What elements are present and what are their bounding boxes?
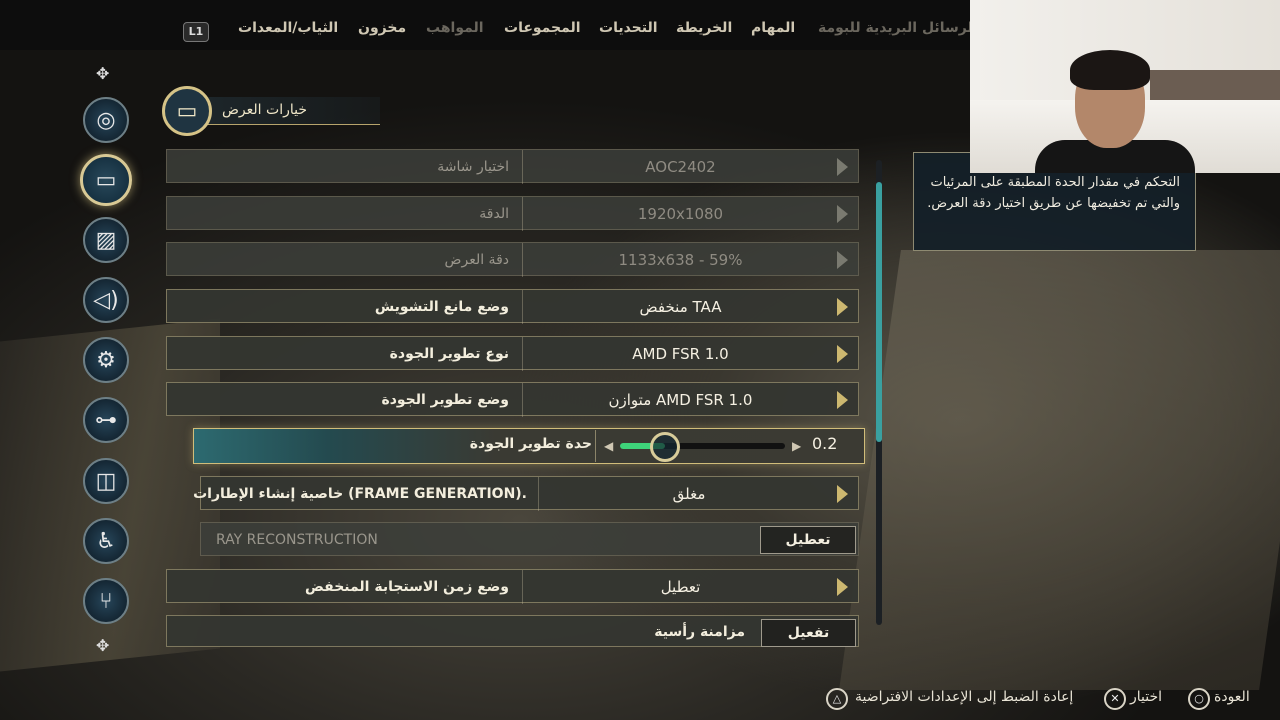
setting-value: متوازن AMD FSR 1.0 [608,391,753,409]
description-text: التحكم في مقدار الحدة المطبقة على المرئي… [927,175,1180,211]
arrow-right-icon[interactable] [837,251,848,269]
sidebar-item-graphics[interactable]: ▨ [83,217,129,263]
sidebar-item-display[interactable]: ▭ [80,154,132,206]
sidebar-item-accessibility[interactable]: ♿ [83,518,129,564]
accessibility-icon: ♿ [96,528,116,554]
setting-label: نوع تطوير الجودة [389,346,509,362]
l1-button-hint[interactable]: L1 [183,22,209,42]
tab-owl-post[interactable]: الرسائل البريدية للبومة [818,20,977,36]
slider-value: 0.2 [812,434,838,453]
setting-label: وضع زمن الاستجابة المنخفض [305,579,509,595]
setting-label: اختيار شاشة [437,159,509,175]
network-icon: ⑂ [99,588,113,614]
sidebar-item-audio[interactable]: ◁) [83,277,129,323]
slider-handle[interactable] [650,432,680,462]
mouse-icon: ◫ [95,468,117,494]
webcam-overlay [970,0,1280,173]
tab-challenges[interactable]: التحديات [599,20,658,36]
setting-label: دقة العرض [444,252,509,268]
setting-row-frame-generation[interactable]: خاصية إنشاء الإطارات (FRAME GENERATION).… [193,476,859,511]
arrow-right-icon[interactable] [837,298,848,316]
monitor-icon: ▭ [95,167,117,193]
sidebar-item-mouse[interactable]: ◫ [83,458,129,504]
arrow-right-icon[interactable] [837,158,848,176]
setting-row-ray-reconstruction[interactable]: RAY RECONSTRUCTION تعطيل [200,522,859,556]
ray-reconstruction-toggle[interactable]: تعطيل [760,526,856,554]
slider-right-arrow-icon[interactable]: ▶ [792,439,801,453]
footer-back-label[interactable]: العودة [1214,689,1250,705]
cross-button-icon: ✕ [1104,688,1126,710]
disc-icon: ◎ [96,107,116,133]
slider-left-arrow-icon[interactable]: ◀ [604,439,613,453]
tab-inventory[interactable]: مخزون [358,20,406,36]
setting-row-vsync[interactable]: مزامنة رأسية تفعيل [166,615,859,647]
dpad-up-icon: ✥ [96,64,110,83]
setting-row-upscale-mode[interactable]: وضع تطوير الجودة متوازن AMD FSR 1.0 [166,382,859,417]
arrow-right-icon[interactable] [837,578,848,596]
arrow-right-icon[interactable] [837,391,848,409]
setting-value: AOC2402 [645,158,716,176]
sidebar-item-settings[interactable]: ⚙ [83,337,129,383]
section-title: خيارات العرض [222,102,307,118]
setting-row-monitor[interactable]: اختيار شاشة AOC2402 [166,149,859,184]
setting-row-low-latency[interactable]: وضع زمن الاستجابة المنخفض تعطيل [166,569,859,604]
tab-collections[interactable]: المجموعات [504,20,581,36]
tab-talents[interactable]: المواهب [426,20,484,36]
setting-value: تعطيل [660,578,701,596]
setting-row-anti-aliasing[interactable]: وضع مانع التشويش منخفض TAA [166,289,859,324]
arrow-right-icon[interactable] [837,485,848,503]
setting-value: 1920x1080 [637,205,724,223]
tab-quests[interactable]: المهام [751,20,795,36]
setting-row-resolution[interactable]: الدقة 1920x1080 [166,196,859,231]
footer-reset-label[interactable]: إعادة الضبط إلى الإعدادات الافتراضية [855,689,1073,705]
setting-value: 1133x638 - 59% [618,251,743,269]
background-book-page [839,250,1280,690]
setting-value: مغلق [672,485,706,503]
tab-gear[interactable]: الثياب/المعدات [238,20,338,36]
setting-value: AMD FSR 1.0 [632,345,729,363]
arrow-right-icon[interactable] [837,205,848,223]
setting-label: RAY RECONSTRUCTION [216,532,378,548]
monitor-icon: ▭ [162,86,212,136]
vsync-toggle[interactable]: تفعيل [761,619,856,647]
setting-label: وضع تطوير الجودة [381,392,509,408]
setting-label: الدقة [479,206,509,222]
footer-select-label[interactable]: اختيار [1130,689,1162,705]
sidebar-item-controller[interactable]: ⊶ [83,397,129,443]
setting-label: مزامنة رأسية [654,624,745,640]
image-icon: ▨ [95,227,117,253]
setting-label: حدة تطوير الجودة [469,436,592,452]
circle-button-icon: ○ [1188,688,1210,710]
setting-label: وضع مانع التشويش [374,299,509,315]
sidebar-item-network[interactable]: ⑂ [83,578,129,624]
sidebar-item-gameplay[interactable]: ◎ [83,97,129,143]
setting-row-render-resolution[interactable]: دقة العرض 1133x638 - 59% [166,242,859,277]
gear-icon: ⚙ [96,347,116,373]
gamepad-icon: ⊶ [95,407,117,433]
dpad-down-icon: ✥ [96,636,110,655]
scrollbar-thumb[interactable] [876,182,882,442]
setting-value: منخفض TAA [639,298,722,316]
row-divider [595,430,596,462]
setting-row-upscale-type[interactable]: نوع تطوير الجودة AMD FSR 1.0 [166,336,859,371]
tab-map[interactable]: الخريطة [676,20,732,36]
setting-label: خاصية إنشاء الإطارات (FRAME GENERATION). [193,486,527,502]
arrow-right-icon[interactable] [837,345,848,363]
speaker-icon: ◁) [93,287,119,313]
triangle-button-icon: △ [826,688,848,710]
webcam-person-hair [1070,50,1150,90]
